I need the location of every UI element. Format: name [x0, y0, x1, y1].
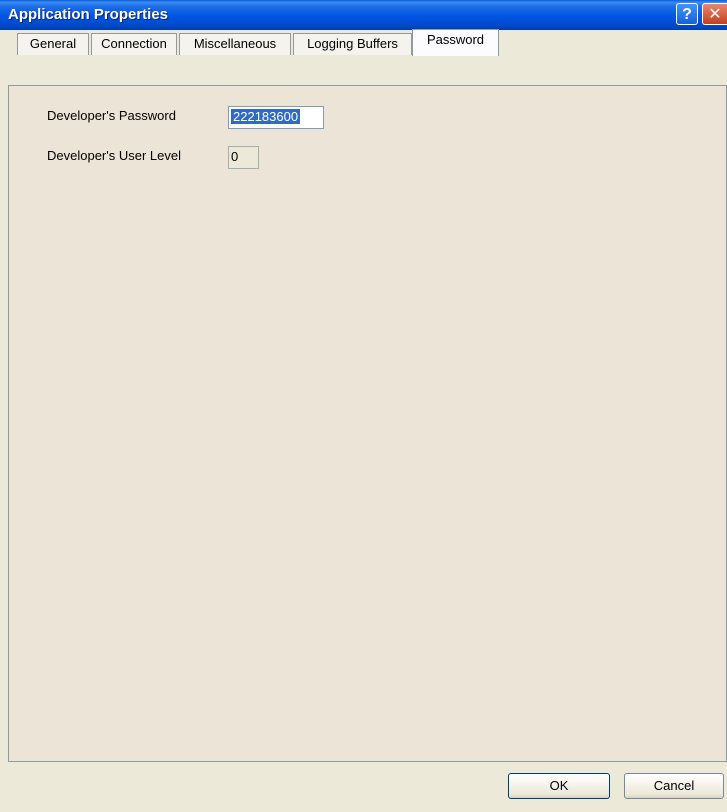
tab-connection[interactable]: Connection — [91, 33, 177, 55]
cancel-button[interactable]: Cancel — [624, 773, 724, 799]
title-bar[interactable]: Application Properties ? ✕ — [0, 0, 727, 30]
developer-password-field[interactable]: 222183600 — [228, 106, 324, 129]
tab-password[interactable]: Password — [412, 29, 499, 56]
ok-button[interactable]: OK — [508, 773, 610, 799]
close-icon[interactable]: ✕ — [702, 3, 727, 25]
help-icon[interactable]: ? — [676, 3, 698, 25]
developer-password-label: Developer's Password — [47, 108, 176, 123]
tab-logging-buffers[interactable]: Logging Buffers — [293, 33, 412, 55]
developer-password-value: 222183600 — [231, 109, 301, 124]
developer-user-level-field[interactable]: 0 — [228, 146, 259, 169]
tab-miscellaneous[interactable]: Miscellaneous — [179, 33, 291, 55]
developer-user-level-label: Developer's User Level — [47, 148, 181, 163]
window-title: Application Properties — [8, 6, 169, 23]
tab-panel-password — [8, 85, 727, 762]
tab-general[interactable]: General — [17, 33, 89, 55]
